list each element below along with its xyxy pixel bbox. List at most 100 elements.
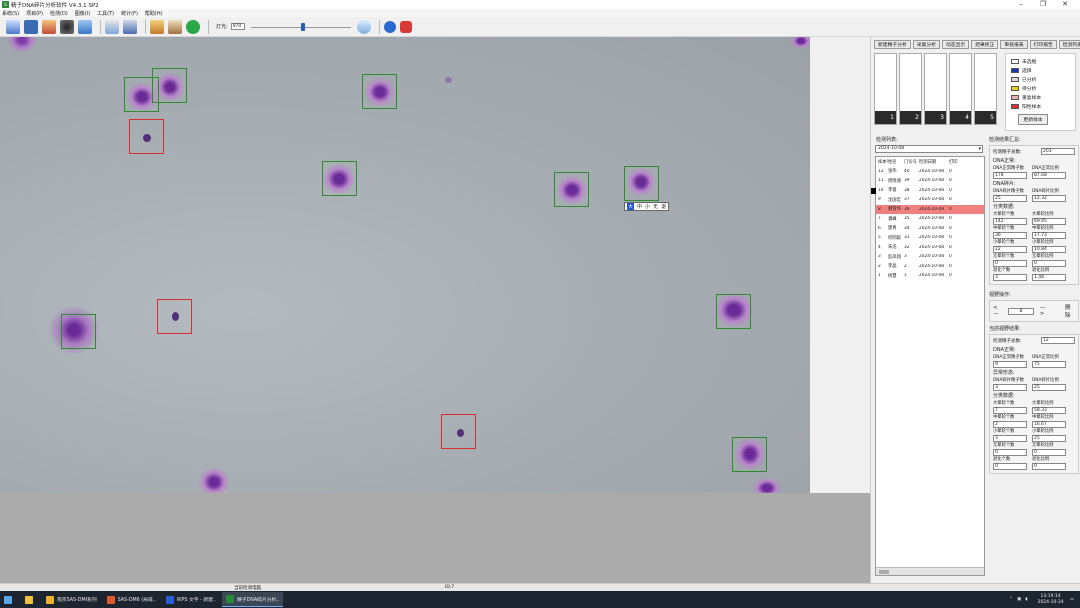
play-icon[interactable] [186, 19, 200, 34]
tools-icon[interactable] [150, 19, 164, 34]
menu-detect[interactable]: 检测(D) [50, 10, 68, 17]
menu-image[interactable]: 图像(I) [75, 10, 90, 17]
tab-result-correct[interactable]: 结果修正 [971, 40, 999, 49]
capture-icon[interactable] [60, 19, 74, 34]
sample-slot[interactable]: 4 [949, 53, 972, 125]
notification-icon[interactable]: ▭ [1070, 597, 1074, 602]
camera-icon[interactable] [42, 19, 56, 34]
taskbar-item-1[interactable]: 南京SAS-DMI系列 [42, 592, 101, 607]
menu-project[interactable]: 项目(P) [26, 10, 43, 17]
sample-slot[interactable]: 2 [899, 53, 922, 125]
light-slider[interactable] [250, 22, 351, 31]
taskbar-store[interactable] [21, 592, 40, 607]
tab-dynamic-display[interactable]: 动态显示 [942, 40, 970, 49]
light-slider-thumb[interactable] [300, 22, 305, 31]
date-picker[interactable]: 2024-10-08 ▾ [875, 145, 983, 153]
class-option-none[interactable]: 无 [653, 203, 658, 210]
tab-capture-analysis[interactable]: 采集分析 [912, 40, 940, 49]
menu-tools[interactable]: 工具(T) [97, 10, 114, 17]
sample-slot[interactable]: 5 [974, 53, 997, 125]
tray-up-icon[interactable]: ⌃ [1009, 597, 1013, 602]
table-row[interactable]: 8 顾雪伟 36 2024-10-08 0 [876, 204, 984, 214]
sample-slot[interactable]: 1 [874, 53, 897, 125]
start-button[interactable] [0, 592, 19, 607]
detection-box-normal[interactable] [322, 161, 357, 196]
calendar-dropdown-icon[interactable]: ▾ [978, 146, 981, 152]
detection-box-normal[interactable] [554, 172, 589, 207]
detection-box-normal[interactable] [152, 68, 187, 103]
table-row[interactable]: 6 唐青 34 2024-10-08 0 [876, 224, 984, 234]
col-sample-no[interactable]: 样本号 [876, 159, 888, 165]
detection-box-normal[interactable] [61, 314, 96, 349]
field-index-input[interactable]: 8 [1008, 307, 1034, 315]
sample-slot[interactable]: 3 [924, 53, 947, 125]
microscope-image-view[interactable]: 大 中 小 无 退 [0, 37, 810, 493]
print-icon[interactable] [168, 19, 182, 34]
new-icon[interactable] [6, 19, 20, 34]
frag-row: DNA碎片精子数 25 DNA碎片比例 12.32 [993, 189, 1075, 202]
clock[interactable]: 13:19:14 2024-10-24 [1038, 594, 1064, 606]
tab-review-report[interactable]: 审核报表 [1000, 40, 1028, 49]
taskbar-item-4[interactable]: 精子DNA碎片分析.. [222, 592, 284, 607]
taskbar-item-3[interactable]: WPS 文字 - 新建.. [162, 592, 220, 607]
volume-icon[interactable]: ◖ [1025, 597, 1027, 602]
detection-box-normal[interactable] [362, 74, 397, 109]
detection-box-fragment[interactable] [129, 119, 164, 154]
class-option-degenerate[interactable]: 退 [661, 203, 666, 210]
update-sample-button[interactable]: 更新样本 [1018, 114, 1048, 125]
save-icon[interactable] [24, 19, 38, 34]
restore-icon[interactable]: ❐ [1032, 0, 1054, 9]
detection-box-fragment[interactable] [157, 299, 192, 334]
class-option-mid[interactable]: 中 [637, 203, 642, 210]
power-icon[interactable] [399, 20, 412, 33]
col-date[interactable]: 检测日期 [919, 159, 949, 165]
cell-clinic-no: 3 [904, 254, 907, 260]
tab-print-report[interactable]: 打印报告 [1029, 40, 1057, 49]
menu-help[interactable]: 帮助(H) [145, 10, 163, 17]
help-icon[interactable] [383, 20, 396, 33]
close-icon[interactable]: ✕ [1054, 0, 1076, 9]
prev-field-button[interactable]: <— [993, 305, 1002, 317]
table-row[interactable]: 9 沈国宏 37 2024-10-08 0 [876, 195, 984, 205]
scrollbar-thumb[interactable] [879, 570, 889, 574]
minimize-icon[interactable]: – [1010, 0, 1032, 9]
menu-stats[interactable]: 统计(F) [121, 10, 138, 17]
brush-icon[interactable] [123, 19, 137, 34]
cell-print: 0 [949, 225, 952, 231]
report-icon[interactable] [78, 19, 92, 34]
table-row[interactable]: 10 李俊 38 2024-10-08 0 [876, 186, 984, 196]
table-row[interactable]: 2 李晶 2 2024-10-08 0 [876, 262, 984, 272]
table-row[interactable]: 4 朱浩 32 2024-10-08 0 [876, 243, 984, 253]
light-value-input[interactable]: 970 [230, 23, 245, 30]
col-name[interactable]: 姓名 [888, 159, 904, 165]
table-row[interactable]: 1 杨慧 1 2024-10-08 0 [876, 271, 984, 281]
mid-count-value: 36 [993, 232, 1027, 239]
taskbar-item-2[interactable]: SAS-DM6 (局域.. [103, 592, 160, 607]
table-row[interactable]: 11 周晓涵 39 2024-10-08 0 [876, 176, 984, 186]
delete-field-button[interactable]: 删除 [1065, 303, 1075, 319]
table-row[interactable]: 7 潘峰 35 2024-10-08 0 [876, 214, 984, 224]
next-field-button[interactable]: —> [1040, 305, 1049, 317]
class-option-large[interactable]: 大 [627, 203, 635, 210]
app-icon [106, 595, 115, 604]
halo-class-popup[interactable]: 大 中 小 无 退 [624, 202, 670, 211]
detection-box-fragment[interactable] [441, 414, 476, 449]
detection-box-normal[interactable] [624, 166, 659, 201]
menu-system[interactable]: 系统(S) [2, 10, 19, 17]
horizontal-scrollbar[interactable] [876, 567, 984, 575]
network-icon[interactable]: ▣ [1017, 597, 1021, 602]
tab-detect-list[interactable]: 检测列表 [1058, 40, 1080, 49]
cell-sample-no: 10 [878, 187, 884, 193]
tab-new-analysis[interactable]: 新建精子分析 [874, 40, 911, 49]
zoom-icon[interactable] [105, 19, 119, 34]
col-print[interactable]: 打印 [949, 159, 958, 165]
detection-box-normal[interactable] [732, 437, 767, 472]
col-clinic-no[interactable]: 门诊号 [904, 159, 919, 165]
row-pointer-icon [871, 188, 876, 194]
class-option-small[interactable]: 小 [645, 203, 650, 210]
table-row[interactable]: 3 彭凤翔 3 2024-10-08 0 [876, 252, 984, 262]
table-row[interactable]: 5 何明毅 33 2024-10-08 0 [876, 233, 984, 243]
detection-box-normal[interactable] [716, 294, 751, 329]
light-icon[interactable] [356, 19, 371, 34]
table-row[interactable]: 12 张伟 40 2024-10-08 0 [876, 167, 984, 177]
